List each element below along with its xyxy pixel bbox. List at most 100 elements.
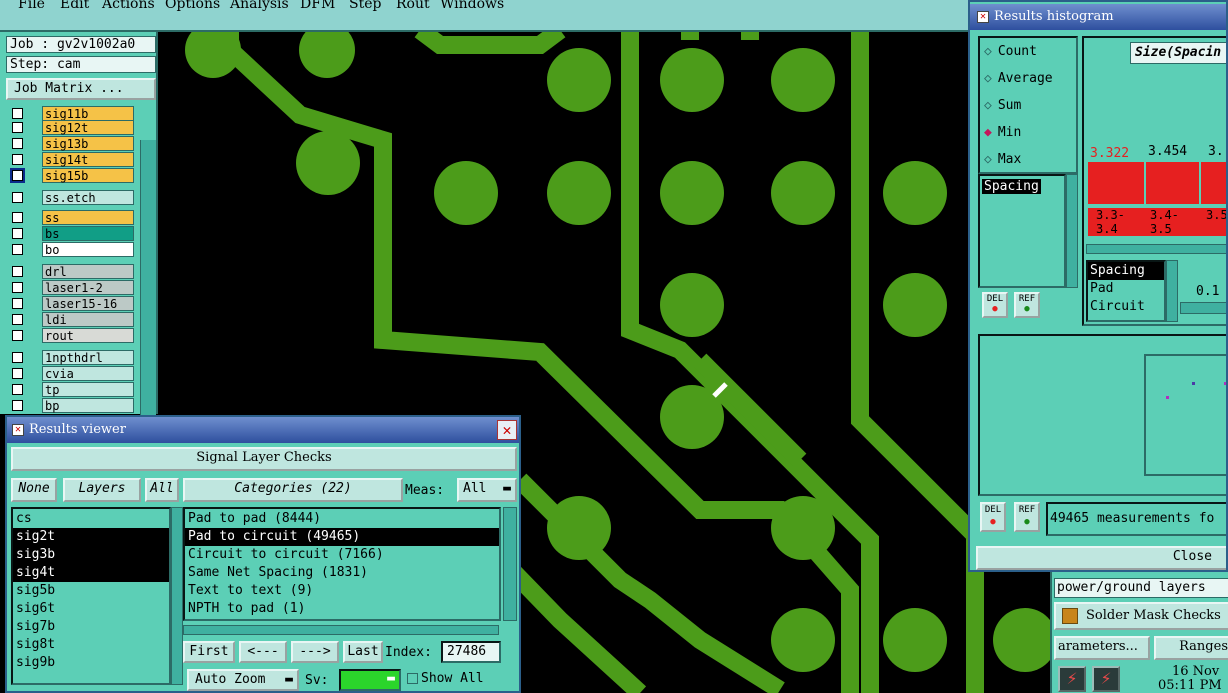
layer-row[interactable]: bo [8, 242, 134, 257]
chart-hscrollbar[interactable] [1086, 244, 1226, 254]
layer-checkbox[interactable] [12, 368, 23, 379]
menu-options[interactable]: Options [165, 0, 220, 12]
category-list-item[interactable]: Pad to pad (8444) [185, 510, 499, 528]
layer-name[interactable]: 1npthdrl [42, 350, 134, 365]
del-button-bottom[interactable]: DEL ● [980, 502, 1006, 532]
menu-windows[interactable]: Windows [440, 0, 504, 12]
layer-row[interactable]: sig14t [8, 152, 134, 167]
layer-checkbox[interactable] [12, 298, 23, 309]
layer-row[interactable]: laser15-16 [8, 296, 134, 311]
last-button[interactable]: Last [343, 641, 383, 663]
layer-list-item[interactable]: sig4t [13, 564, 169, 582]
layer-list-item[interactable]: sig2t [13, 528, 169, 546]
layer-list-item[interactable]: sig6t [13, 600, 169, 618]
layer-checkbox[interactable] [12, 384, 23, 395]
type-list-item[interactable]: Pad [1088, 280, 1164, 298]
menu-rout[interactable]: Rout [396, 0, 430, 12]
layer-row[interactable]: 1npthdrl [8, 350, 134, 365]
category-hscrollbar[interactable] [183, 625, 499, 635]
layer-list-item[interactable]: sig9b [13, 654, 169, 672]
layer-checkbox[interactable] [12, 282, 23, 293]
ref-button-bottom[interactable]: REF ● [1014, 502, 1040, 532]
layer-row[interactable]: tp [8, 382, 134, 397]
step-slider[interactable] [1180, 302, 1226, 314]
layer-name[interactable]: ss.etch [42, 190, 134, 205]
layer-checkbox[interactable] [12, 212, 23, 223]
power-ground-field[interactable]: power/ground layers [1054, 578, 1228, 598]
layer-list-scrollbar[interactable] [171, 507, 183, 685]
close-button[interactable]: Close [976, 546, 1226, 570]
all-button[interactable]: All [145, 478, 179, 502]
layer-row[interactable]: drl [8, 264, 134, 279]
menu-analysis[interactable]: Analysis [230, 0, 289, 12]
layer-row[interactable]: ss.etch [8, 190, 134, 205]
meas-dropdown[interactable]: All ▬ [457, 478, 517, 502]
layer-name[interactable]: sig11b [42, 106, 134, 121]
run-icon[interactable]: ⚡ [1058, 666, 1086, 692]
stat-radio-sum[interactable]: ◇ Sum [984, 96, 1021, 116]
index-input[interactable]: 27486 [441, 641, 501, 663]
result-list-scrollbar[interactable] [1066, 174, 1078, 288]
category-list-item[interactable]: Text to text (9) [185, 582, 499, 600]
category-list-scrollbar[interactable] [503, 507, 517, 621]
layer-name[interactable]: sig12t [42, 120, 134, 135]
none-button[interactable]: None [11, 478, 57, 502]
layer-name[interactable]: tp [42, 382, 134, 397]
menu-step[interactable]: Step [349, 0, 381, 12]
ranges-button[interactable]: Ranges [1154, 636, 1228, 660]
layer-list-item[interactable]: sig5b [13, 582, 169, 600]
layer-checkbox[interactable] [12, 266, 23, 277]
category-list-item[interactable]: Circuit to circuit (7166) [185, 546, 499, 564]
layer-list[interactable]: cs sig2t sig3b sig4t sig5b sig6t sig7b sig8t sig… [11, 507, 171, 685]
layer-checkbox[interactable] [12, 244, 23, 255]
layer-checkbox[interactable] [12, 138, 23, 149]
layer-row[interactable]: bp [8, 398, 134, 413]
del-button-top[interactable]: DEL ● [982, 292, 1008, 318]
stat-radio-min[interactable]: ◆ Min [984, 123, 1021, 143]
auto-zoom-dropdown[interactable]: Auto Zoom ▬ [187, 669, 299, 691]
layer-checkbox[interactable] [12, 192, 23, 203]
close-icon[interactable]: ✕ [497, 420, 517, 440]
stop-icon[interactable]: ⚡ [1092, 666, 1120, 692]
stat-radio-count[interactable]: ◇ Count [984, 42, 1037, 62]
result-list[interactable]: Spacing [978, 174, 1066, 288]
layer-list-item[interactable]: sig3b [13, 546, 169, 564]
category-list-item[interactable]: NPTH to pad (1) [185, 600, 499, 618]
menu-file[interactable]: File [18, 0, 45, 12]
layer-scrollbar[interactable] [140, 140, 156, 446]
layer-row[interactable]: sig11b [8, 106, 134, 121]
layer-checkbox[interactable] [12, 228, 23, 239]
categories-button[interactable]: Categories (22) [183, 478, 403, 502]
type-list[interactable]: Spacing Pad Circuit [1086, 260, 1166, 322]
type-list-scrollbar[interactable] [1166, 260, 1178, 322]
layer-name[interactable]: rout [42, 328, 134, 343]
layer-checkbox[interactable] [12, 314, 23, 325]
layer-row[interactable]: ss [8, 210, 134, 225]
list-item[interactable]: Spacing [982, 179, 1041, 194]
stat-radio-average[interactable]: ◇ Average [984, 69, 1053, 89]
layer-name[interactable]: sig13b [42, 136, 134, 151]
category-list-item[interactable]: Pad to circuit (49465) [185, 528, 499, 546]
layer-checkbox[interactable] [12, 154, 23, 165]
layer-list-item[interactable]: sig7b [13, 618, 169, 636]
layer-checkbox[interactable] [12, 330, 23, 341]
layers-button[interactable]: Layers [63, 478, 141, 502]
next-button[interactable]: ---> [291, 641, 339, 663]
layer-checkbox[interactable] [12, 122, 23, 133]
stat-radio-max[interactable]: ◇ Max [984, 150, 1021, 170]
layer-name[interactable]: bs [42, 226, 134, 241]
layer-row[interactable]: cvia [8, 366, 134, 381]
layer-name[interactable]: sig14t [42, 152, 134, 167]
show-all-checkbox[interactable] [407, 673, 418, 684]
layer-list-item[interactable]: sig8t [13, 636, 169, 654]
layer-name[interactable]: ldi [42, 312, 134, 327]
layer-name[interactable]: ss [42, 210, 134, 225]
layer-name[interactable]: bp [42, 398, 134, 413]
layer-checkbox[interactable] [12, 352, 23, 363]
layer-name[interactable]: sig15b [42, 168, 134, 183]
sv-color-dropdown[interactable]: ▬ [339, 669, 401, 691]
layer-checkbox[interactable] [10, 168, 25, 183]
job-matrix-button[interactable]: Job Matrix ... [6, 78, 156, 100]
prev-button[interactable]: <--- [239, 641, 287, 663]
layer-name[interactable]: bo [42, 242, 134, 257]
